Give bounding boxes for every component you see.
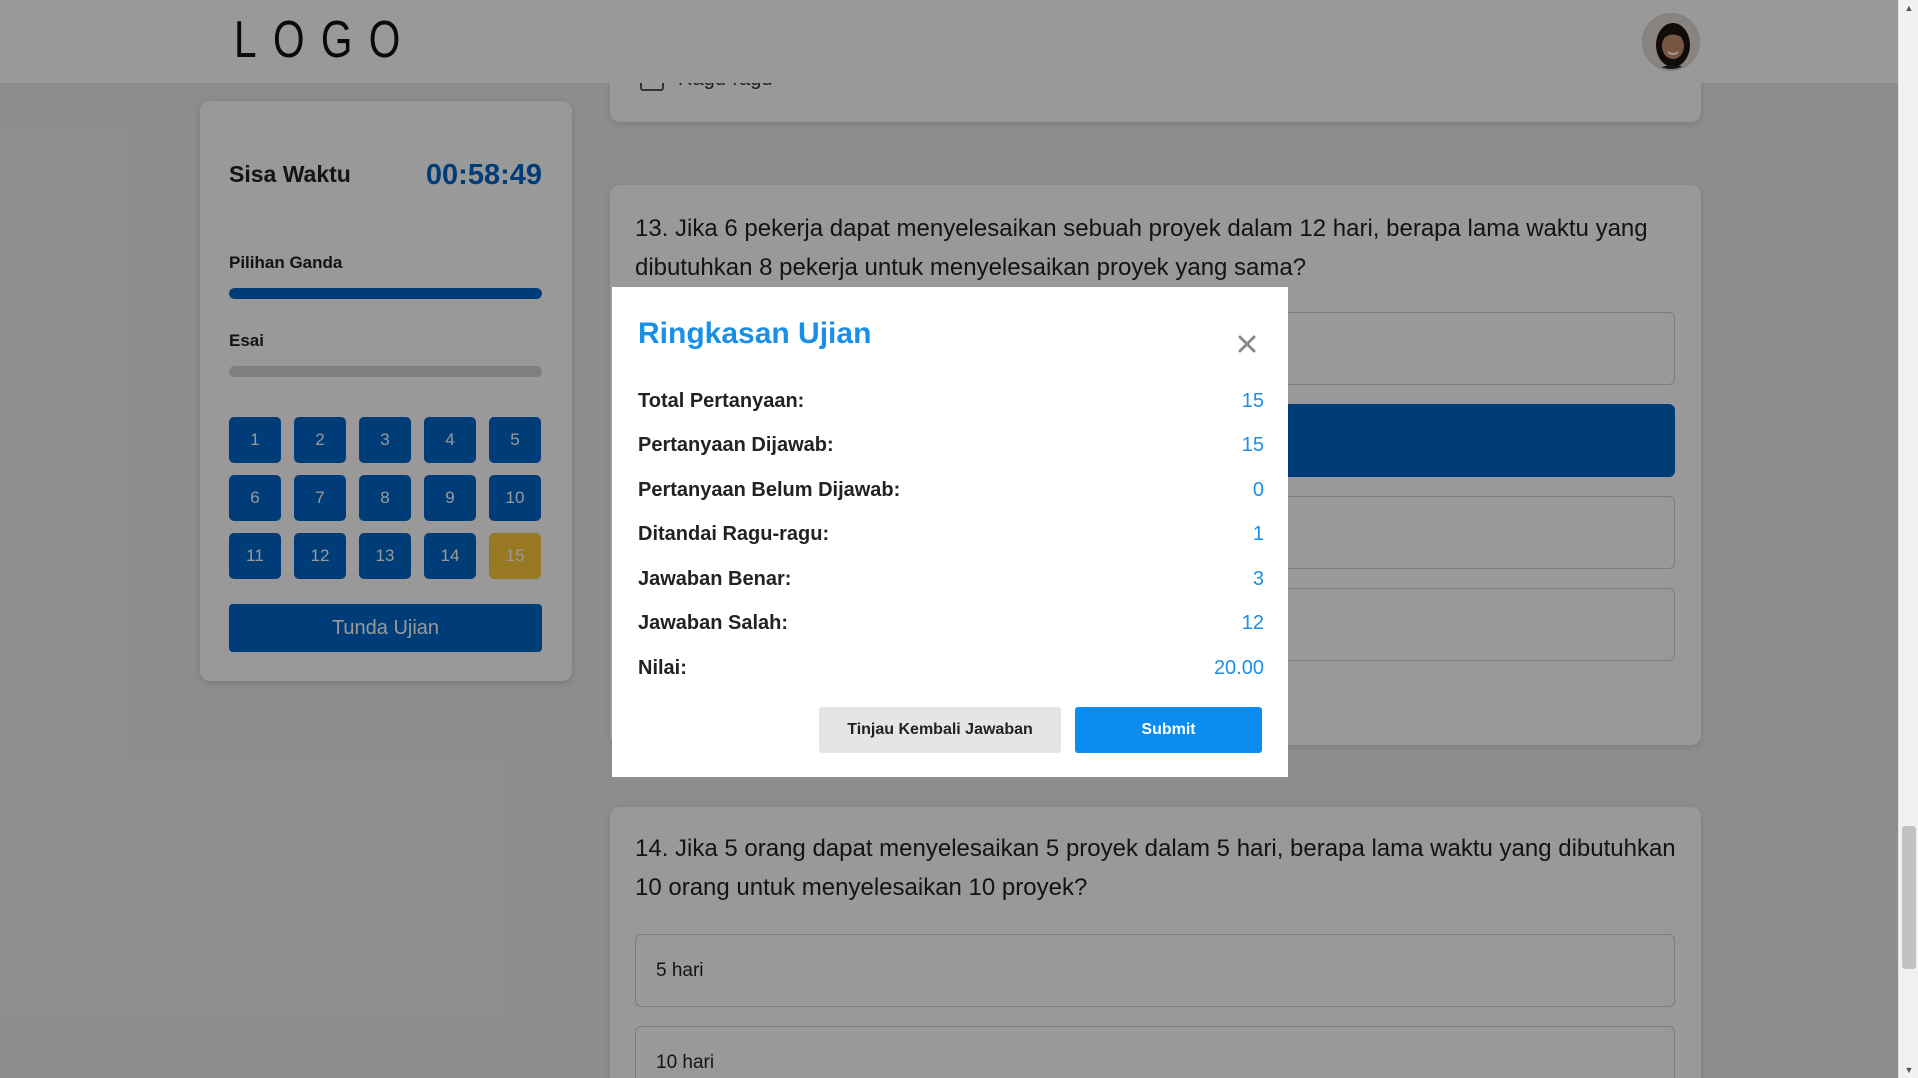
stat-value: 15 bbox=[1241, 389, 1264, 412]
submit-button[interactable]: Submit bbox=[1075, 707, 1262, 753]
stat-label: Ditandai Ragu-ragu: bbox=[638, 522, 830, 545]
review-answers-button[interactable]: Tinjau Kembali Jawaban bbox=[819, 707, 1061, 753]
stat-value: 12 bbox=[1241, 611, 1264, 634]
stat-label: Nilai: bbox=[638, 656, 687, 679]
stat-label: Pertanyaan Belum Dijawab: bbox=[638, 478, 901, 501]
stat-row-correct: Jawaban Benar: 3 bbox=[638, 566, 1264, 592]
modal-title: Ringkasan Ujian bbox=[638, 317, 872, 350]
stat-value: 20.00 bbox=[1213, 656, 1264, 679]
stat-value: 15 bbox=[1241, 433, 1264, 456]
scroll-down-arrow-icon[interactable]: ▼ bbox=[1899, 1062, 1918, 1078]
exam-summary-modal: Ringkasan Ujian Total Pertanyaan: 15 Per… bbox=[612, 287, 1288, 777]
stat-row-wrong: Jawaban Salah: 12 bbox=[638, 610, 1264, 636]
stat-label: Jawaban Salah: bbox=[638, 611, 789, 634]
page-scrollbar[interactable]: ▲ ▼ bbox=[1898, 0, 1918, 1078]
stat-value: 0 bbox=[1252, 478, 1264, 501]
scroll-up-arrow-icon[interactable]: ▲ bbox=[1899, 0, 1918, 16]
stat-label: Total Pertanyaan: bbox=[638, 389, 805, 412]
stat-row-total: Total Pertanyaan: 15 bbox=[638, 388, 1264, 414]
close-icon[interactable] bbox=[1235, 332, 1259, 356]
stat-row-unanswered: Pertanyaan Belum Dijawab: 0 bbox=[638, 477, 1264, 503]
stat-label: Pertanyaan Dijawab: bbox=[638, 433, 834, 456]
stat-row-answered: Pertanyaan Dijawab: 15 bbox=[638, 432, 1264, 458]
stat-row-score: Nilai: 20.00 bbox=[638, 655, 1264, 681]
stat-row-flagged: Ditandai Ragu-ragu: 1 bbox=[638, 521, 1264, 547]
scrollbar-thumb[interactable] bbox=[1902, 826, 1916, 969]
stat-label: Jawaban Benar: bbox=[638, 567, 792, 590]
stat-value: 3 bbox=[1252, 567, 1264, 590]
stat-value: 1 bbox=[1252, 522, 1264, 545]
